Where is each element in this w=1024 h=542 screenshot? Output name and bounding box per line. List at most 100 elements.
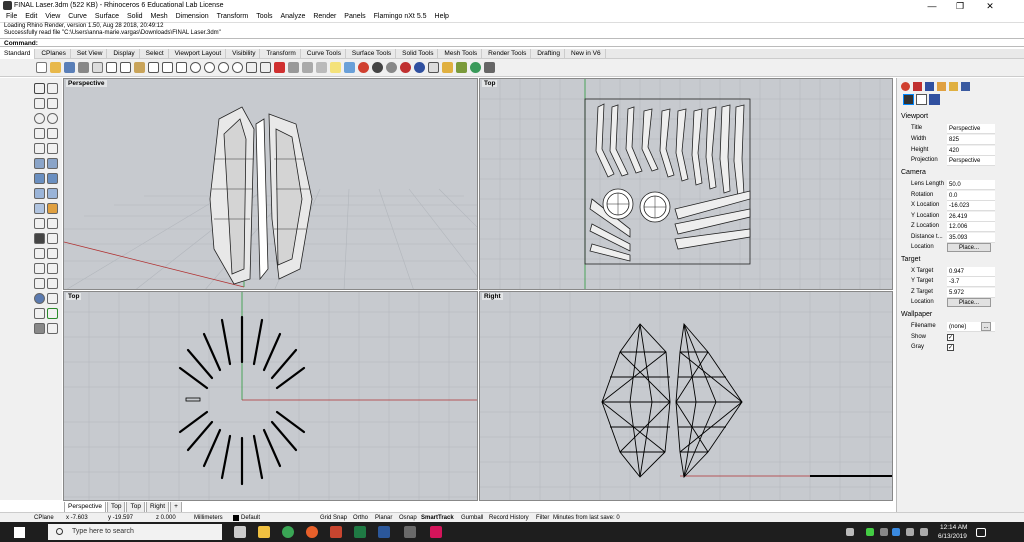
excel-icon[interactable] (354, 526, 366, 538)
record-history-toggle[interactable]: Record History (489, 514, 529, 522)
tab-drafting[interactable]: Drafting (533, 49, 566, 59)
mesh-icon[interactable] (34, 203, 45, 214)
help-icon[interactable] (470, 62, 481, 73)
rendered-sphere-icon[interactable] (400, 62, 411, 73)
object-properties-icon[interactable] (916, 94, 927, 105)
box-icon[interactable] (34, 173, 45, 184)
tab-surface-tools[interactable]: Surface Tools (348, 49, 397, 59)
tab-select[interactable]: Select (142, 49, 169, 59)
viewport-label-top[interactable]: Top (482, 80, 498, 87)
save-icon[interactable] (64, 62, 75, 73)
viewport-label-top-2[interactable]: Top (66, 293, 82, 300)
print-icon[interactable] (78, 62, 89, 73)
close-button[interactable]: ✕ (976, 0, 1004, 12)
paste-icon[interactable] (134, 62, 145, 73)
zoom-extents-icon[interactable] (218, 62, 229, 73)
named-view-icon[interactable] (929, 94, 940, 105)
tab-standard[interactable]: Standard (0, 49, 36, 59)
viewport-properties-icon[interactable] (903, 94, 914, 105)
menu-surface[interactable]: Surface (95, 12, 119, 22)
smarttrack-toggle[interactable]: SmartTrack (421, 514, 454, 522)
surface-edge-icon[interactable] (47, 158, 58, 169)
light-tab-icon[interactable] (937, 82, 946, 91)
clock-date[interactable]: 6/13/2019 (938, 533, 967, 540)
render-icon[interactable] (414, 62, 425, 73)
x-location-field[interactable]: -16.023 (947, 201, 995, 211)
z-location-field[interactable]: 12.006 (947, 222, 995, 232)
scale-icon[interactable] (47, 278, 58, 289)
indesign-icon[interactable] (430, 526, 442, 538)
tray-icon-1[interactable] (866, 528, 874, 536)
tab-display[interactable]: Display (109, 49, 140, 59)
status-units[interactable]: Millimeters (194, 514, 223, 522)
lens-length-field[interactable]: 50.0 (947, 180, 995, 190)
chrome-icon[interactable] (282, 526, 294, 538)
render-tab-icon[interactable] (925, 82, 934, 91)
ortho-toggle[interactable]: Ortho (353, 514, 368, 522)
options-icon[interactable] (428, 62, 439, 73)
file-explorer-icon[interactable] (258, 526, 270, 538)
tab-curve-tools[interactable]: Curve Tools (303, 49, 346, 59)
analyze-icon[interactable] (34, 293, 45, 304)
osnap-toggle[interactable]: Osnap (399, 514, 417, 522)
dot-icon[interactable] (34, 233, 45, 244)
menu-flamingo[interactable]: Flamingo nXt 5.5 (374, 12, 427, 22)
menu-panels[interactable]: Panels (344, 12, 365, 22)
y-location-field[interactable]: 26.419 (947, 212, 995, 222)
viewport-perspective[interactable]: Perspective (63, 78, 478, 290)
y-target-field[interactable]: -3.7 (947, 277, 995, 287)
tab-new-in-v6[interactable]: New in V6 (567, 49, 606, 59)
undo-icon[interactable] (148, 62, 159, 73)
rotation-field[interactable]: 0.0 (947, 191, 995, 201)
tab-cplanes[interactable]: CPlanes (37, 49, 71, 59)
plugin-icon[interactable] (456, 62, 467, 73)
menu-curve[interactable]: Curve (68, 12, 87, 22)
extrude-icon[interactable] (47, 188, 58, 199)
minimize-button[interactable]: — (918, 0, 946, 12)
word-icon[interactable] (378, 526, 390, 538)
pan-icon[interactable] (162, 62, 173, 73)
layers-tab-icon[interactable] (961, 82, 970, 91)
trim-icon[interactable] (34, 248, 45, 259)
hide-icon[interactable] (288, 62, 299, 73)
viewport-top[interactable]: Top (479, 78, 893, 290)
layer-icon[interactable] (344, 62, 355, 73)
tab-set-view[interactable]: Set View (73, 49, 108, 59)
planar-toggle[interactable]: Planar (375, 514, 392, 522)
select-arrow-icon[interactable] (34, 83, 45, 94)
tab-viewport-layout[interactable]: Viewport Layout (171, 49, 227, 59)
browse-button[interactable]: ... (981, 322, 991, 331)
select-icon[interactable] (274, 62, 285, 73)
cplane-icon[interactable] (316, 62, 327, 73)
menu-solid[interactable]: Solid (127, 12, 143, 22)
array-icon[interactable] (34, 308, 45, 319)
cylinder-icon[interactable] (34, 188, 45, 199)
rectangle-icon[interactable] (47, 128, 58, 139)
group-icon[interactable] (34, 323, 45, 334)
tab-mesh-tools[interactable]: Mesh Tools (440, 49, 483, 59)
menu-render[interactable]: Render (313, 12, 336, 22)
properties-icon[interactable] (92, 62, 103, 73)
menu-mesh[interactable]: Mesh (151, 12, 168, 22)
tab-transform[interactable]: Transform (262, 49, 301, 59)
command-line[interactable]: Command: (0, 38, 1024, 47)
target-place-button[interactable]: Place... (947, 298, 991, 307)
x-target-field[interactable]: 0.947 (947, 267, 995, 277)
grid-snap-toggle[interactable]: Grid Snap (320, 514, 347, 522)
boolean-icon[interactable] (47, 203, 58, 214)
flamingo-icon[interactable] (442, 62, 453, 73)
camera-place-button[interactable]: Place... (947, 243, 991, 252)
split-icon[interactable] (47, 248, 58, 259)
block-icon[interactable] (47, 323, 58, 334)
maximize-viewport-icon[interactable] (260, 62, 271, 73)
circle-icon[interactable] (34, 113, 45, 124)
curve-icon[interactable] (47, 98, 58, 109)
maximize-button[interactable]: ❐ (946, 0, 974, 12)
tab-solid-tools[interactable]: Solid Tools (398, 49, 439, 59)
arc-icon[interactable] (34, 128, 45, 139)
display-tab-icon[interactable] (901, 82, 910, 91)
viewport-top-2[interactable]: Top (63, 291, 478, 501)
menu-tools[interactable]: Tools (256, 12, 272, 22)
gray-checkbox[interactable]: ✓ (947, 344, 954, 351)
render-sphere-icon[interactable] (372, 62, 383, 73)
